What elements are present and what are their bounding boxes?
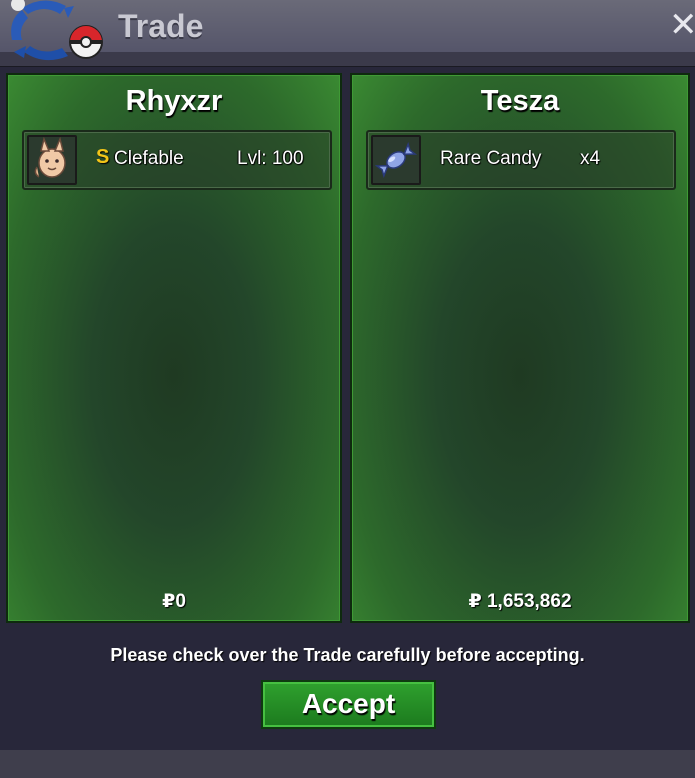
rare-candy-icon [371,135,421,185]
window-title: Trade [118,8,204,44]
trade-window: Trade ✕ Rhyxzr S Clefable Lvl: 100 ₽0 Te… [0,0,695,778]
item-name: Clefable [114,148,184,169]
trade-item-slot[interactable]: Rare Candy x4 [366,130,676,190]
clefable-sprite-icon [27,135,77,185]
trader-name: Rhyxzr [125,85,223,117]
accept-button[interactable]: Accept [261,680,436,729]
money-offer: ₽ 1,653,862 [468,591,572,612]
trade-notice: Please check over the Trade carefully be… [110,645,585,665]
trade-panel-left: Rhyxzr S Clefable Lvl: 100 ₽0 [6,73,342,623]
trade-item-slot[interactable]: S Clefable Lvl: 100 [22,130,332,190]
trade-panel-right: Tesza Rare Candy x4 ₽ 1,653,862 [350,73,690,623]
item-name: Rare Candy [440,148,542,169]
close-button[interactable]: ✕ [669,8,695,42]
pokeball-trade-icon [11,0,103,61]
bottom-bar [0,750,695,778]
item-level: Lvl: 100 [237,148,304,169]
money-offer: ₽0 [162,591,186,612]
item-quantity: x4 [580,148,601,169]
trader-name: Tesza [480,85,560,117]
title-divider [0,52,695,67]
shiny-badge: S [96,146,110,168]
title-bar[interactable] [0,0,695,54]
